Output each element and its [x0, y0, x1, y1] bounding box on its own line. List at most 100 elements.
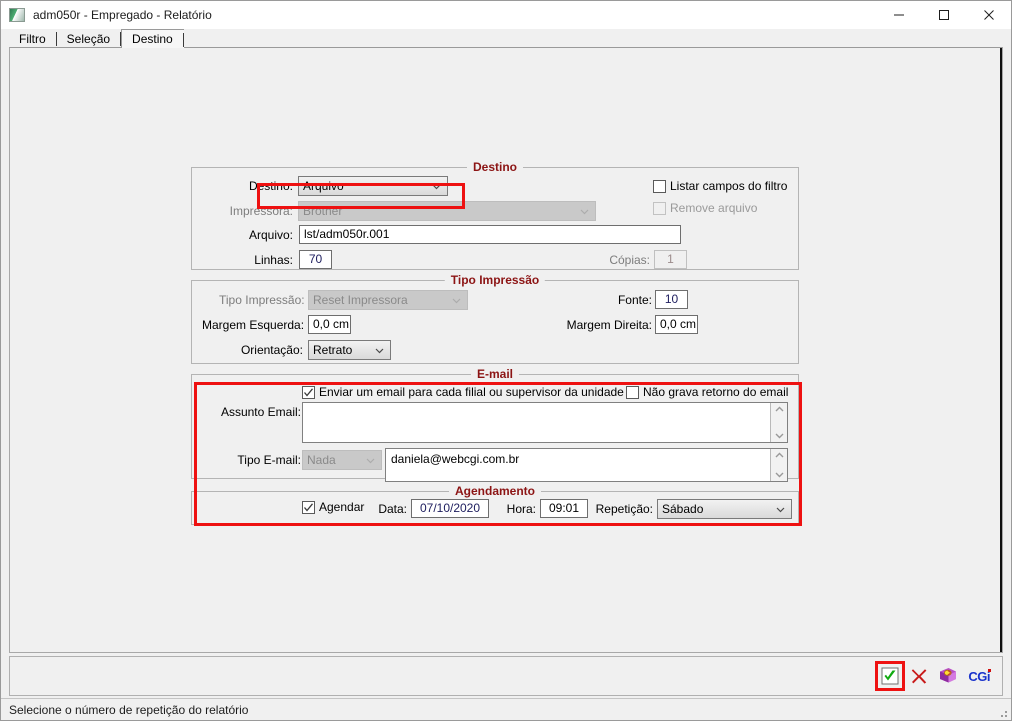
orientacao-select[interactable]: Retrato	[308, 340, 391, 360]
listar-campos-label: Listar campos do filtro	[670, 179, 788, 193]
window-title: adm050r - Empregado - Relatório	[33, 8, 212, 22]
tipo-email-label: Tipo E-mail:	[237, 453, 301, 467]
chevron-down-icon	[452, 298, 461, 303]
impressora-label: Impressora:	[229, 204, 293, 218]
application-window: adm050r - Empregado - Relatório Filtro S…	[0, 0, 1012, 721]
status-message: Selecione o número de repetição do relat…	[9, 702, 249, 717]
linhas-input[interactable]: 70	[299, 250, 332, 269]
enviar-email-label: Enviar um email para cada filial ou supe…	[319, 385, 624, 399]
tab-destino[interactable]: Destino	[121, 29, 184, 48]
checkbox-box	[653, 179, 666, 193]
tab-filtro[interactable]: Filtro	[9, 30, 57, 47]
arquivo-label: Arquivo:	[248, 228, 293, 242]
assunto-email-textarea[interactable]	[302, 402, 788, 443]
repeticao-label: Repetição:	[595, 502, 653, 516]
email-destinatarios-textarea[interactable]: daniela@webcgi.com.br	[385, 448, 788, 482]
orientacao-select-value: Retrato	[313, 343, 353, 357]
tab-filtro-label: Filtro	[19, 31, 46, 46]
hora-label: Hora:	[506, 502, 536, 516]
agendar-label: Agendar	[319, 500, 365, 514]
cgi-brand-logo: CGi	[965, 668, 991, 684]
group-destino: Destino Destino: Arquivo Impressora: Bro…	[191, 160, 799, 270]
destino-select-value: Arquivo	[303, 179, 344, 193]
impressora-select-value: Brother	[303, 204, 343, 218]
chevron-down-icon	[776, 507, 785, 512]
nao-grava-retorno-checkbox[interactable]: Não grava retorno do email	[626, 385, 788, 399]
maximize-button[interactable]	[921, 1, 966, 29]
assunto-email-value	[303, 403, 770, 442]
group-email: E-mail Enviar um email para cada filial …	[191, 367, 799, 482]
remove-arquivo-checkbox: Remove arquivo	[653, 201, 757, 215]
margem-direita-label: Margem Direita:	[566, 318, 652, 332]
group-agendamento: Agendamento Agendar Data: 07/10/2020 Hor…	[191, 484, 799, 525]
listar-campos-checkbox[interactable]: Listar campos do filtro	[653, 179, 787, 193]
window-controls	[876, 1, 1011, 29]
cgi-brand-dot	[988, 668, 991, 672]
button-bar-wrapper: CGi	[1, 653, 1011, 698]
chevron-up-icon	[775, 406, 783, 412]
resize-grip-icon[interactable]	[996, 706, 1008, 718]
check-icon	[881, 667, 899, 685]
button-bar: CGi	[9, 656, 1003, 696]
agendar-checkbox[interactable]: Agendar	[302, 500, 364, 514]
destino-label: Destino:	[248, 179, 293, 193]
chevron-down-icon	[775, 472, 783, 478]
copias-label: Cópias:	[609, 253, 650, 267]
fonte-input[interactable]: 10	[655, 290, 688, 309]
repeticao-select[interactable]: Sábado	[657, 499, 792, 519]
help-book-icon	[940, 668, 957, 683]
email-destinatarios-value: daniela@webcgi.com.br	[391, 452, 520, 466]
assunto-email-label: Assunto Email:	[220, 405, 301, 419]
tipo-impressao-select-value: Reset Impressora	[313, 293, 408, 307]
title-bar: adm050r - Empregado - Relatório	[1, 1, 1011, 29]
tab-selecao[interactable]: Seleção	[56, 30, 122, 47]
tipo-email-select: Nada	[302, 450, 382, 470]
close-button[interactable]	[966, 1, 1011, 29]
destino-select[interactable]: Arquivo	[298, 176, 448, 196]
group-tipo-impressao: Tipo Impressão Tipo Impressão: Reset Imp…	[191, 273, 799, 364]
nao-grava-retorno-label: Não grava retorno do email	[643, 385, 789, 399]
checkbox-box	[302, 500, 315, 514]
linhas-label: Linhas:	[254, 253, 293, 267]
app-icon	[9, 8, 25, 22]
margem-esquerda-label: Margem Esquerda:	[202, 318, 305, 332]
report-destination-form: Destino Destino: Arquivo Impressora: Bro…	[191, 160, 802, 526]
chevron-down-icon	[432, 184, 441, 189]
tipo-impressao-label: Tipo Impressão:	[219, 293, 305, 307]
content-pane: Destino Destino: Arquivo Impressora: Bro…	[9, 47, 1003, 653]
chevron-up-icon	[775, 452, 783, 458]
checkbox-box	[626, 385, 639, 399]
email-destinatarios-scroll[interactable]	[770, 449, 787, 481]
group-tipo-impressao-legend: Tipo Impressão	[444, 273, 546, 287]
repeticao-select-value: Sábado	[662, 502, 704, 516]
chevron-down-icon	[775, 433, 783, 439]
orientacao-label: Orientação:	[240, 343, 303, 357]
tab-destino-label: Destino	[132, 32, 173, 46]
hora-input[interactable]: 09:01	[540, 499, 588, 518]
checkmark-icon	[304, 502, 314, 512]
tab-strip: Filtro Seleção Destino	[1, 29, 1011, 48]
cgi-brand-text: CGi	[968, 668, 991, 684]
tab-selecao-label: Seleção	[66, 31, 111, 46]
close-x-icon	[912, 669, 927, 684]
pane-right-divider	[1000, 48, 1002, 652]
tipo-email-select-value: Nada	[307, 453, 336, 467]
assunto-email-scroll[interactable]	[770, 403, 787, 442]
remove-arquivo-label: Remove arquivo	[670, 201, 758, 215]
group-agendamento-legend: Agendamento	[448, 484, 542, 498]
enviar-email-checkbox[interactable]: Enviar um email para cada filial ou supe…	[302, 385, 624, 399]
margem-direita-input[interactable]: 0,0 cm	[655, 315, 698, 334]
status-bar: Selecione o número de repetição do relat…	[1, 698, 1011, 720]
data-input[interactable]: 07/10/2020	[411, 499, 489, 518]
help-button[interactable]	[937, 665, 959, 687]
content-pane-inner: Destino Destino: Arquivo Impressora: Bro…	[10, 48, 1002, 652]
checkmark-icon	[304, 387, 314, 397]
chevron-down-icon	[366, 458, 375, 463]
arquivo-input[interactable]: lst/adm050r.001	[299, 225, 681, 244]
minimize-button[interactable]	[876, 1, 921, 29]
fonte-label: Fonte:	[617, 293, 652, 307]
confirm-button[interactable]	[875, 661, 906, 691]
tipo-impressao-select: Reset Impressora	[308, 290, 468, 310]
cancel-button[interactable]	[908, 665, 930, 687]
margem-esquerda-input[interactable]: 0,0 cm	[308, 315, 351, 334]
